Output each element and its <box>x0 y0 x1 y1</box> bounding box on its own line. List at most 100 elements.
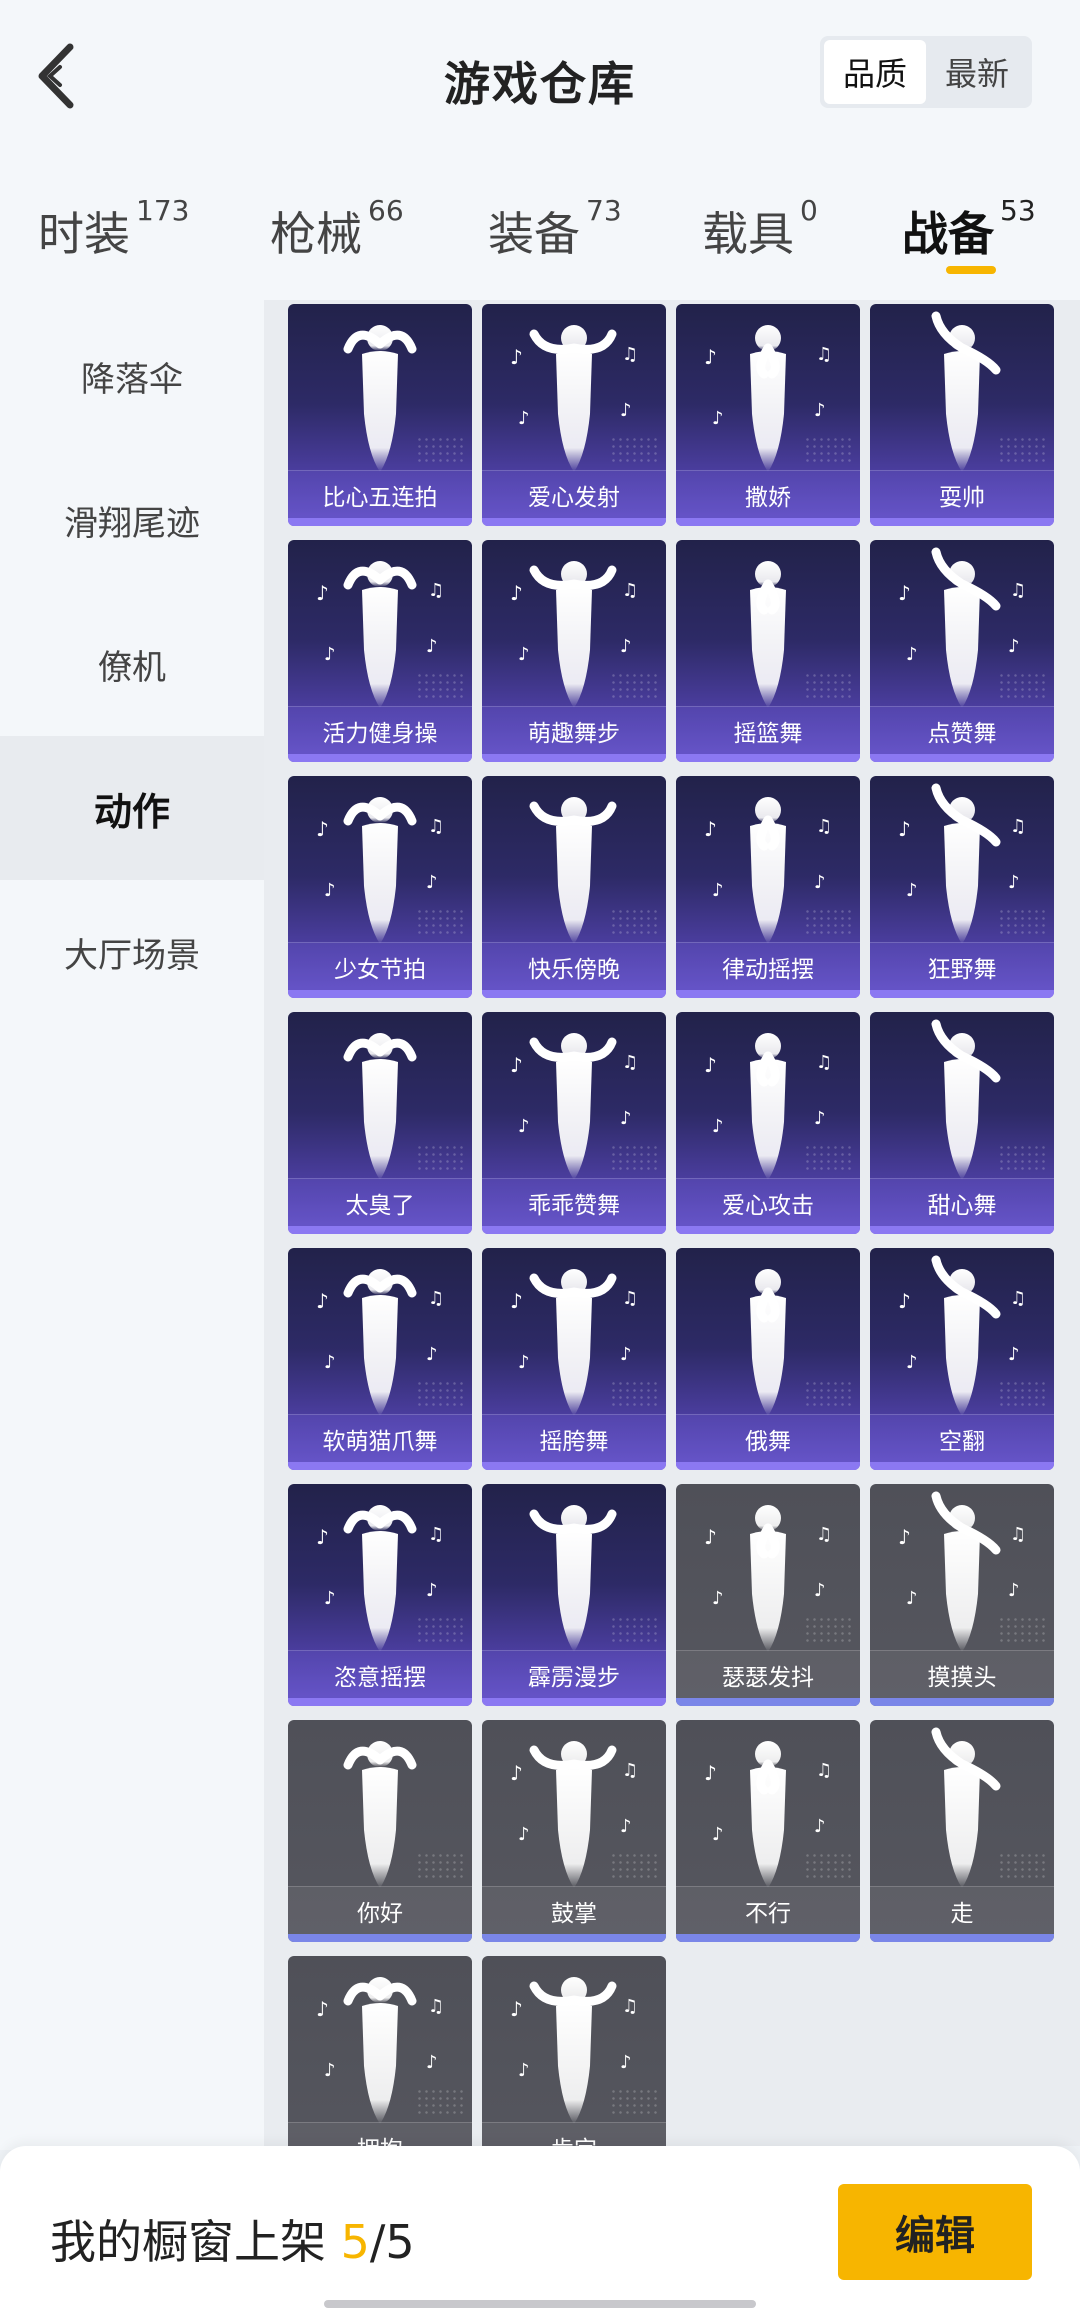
svg-text:♪: ♪ <box>620 2052 632 2073</box>
svg-text:♪: ♪ <box>510 581 523 605</box>
emote-card[interactable]: ♪ ♫ ♪ ♪ 乖乖赞舞 <box>482 1012 666 1234</box>
card-dot-pattern <box>998 1616 1048 1646</box>
tab-battle-prep[interactable]: 战备 53 <box>902 194 1036 288</box>
emote-card[interactable]: 太臭了 <box>288 1012 472 1234</box>
emote-card[interactable]: ♪ ♫ ♪ ♪ 空翻 <box>870 1248 1054 1470</box>
svg-text:♪: ♪ <box>1008 1344 1020 1365</box>
svg-text:♫: ♫ <box>622 1760 638 1781</box>
svg-text:♪: ♪ <box>510 345 523 369</box>
rarity-strip <box>288 1226 472 1234</box>
rarity-strip <box>676 1462 860 1470</box>
card-dot-pattern <box>610 1380 660 1410</box>
tab-guns[interactable]: 枪械 66 <box>270 194 404 288</box>
rarity-strip <box>482 754 666 762</box>
sidebar-item-emotes[interactable]: 动作 <box>0 736 264 880</box>
emote-name: 瑟瑟发抖 <box>676 1650 860 1698</box>
tab-fashion[interactable]: 时装 173 <box>38 194 189 288</box>
emote-card[interactable]: 走 <box>870 1720 1054 1942</box>
emote-card[interactable]: ♪ ♫ ♪ ♪ 爱心发射 <box>482 304 666 526</box>
svg-text:♪: ♪ <box>510 1761 523 1785</box>
card-dot-pattern <box>416 2088 466 2118</box>
svg-text:♪: ♪ <box>510 1053 523 1077</box>
rarity-strip <box>676 1934 860 1942</box>
emote-name: 走 <box>870 1886 1054 1934</box>
svg-text:♫: ♫ <box>622 1052 638 1073</box>
emote-card[interactable]: ♪ ♫ ♪ ♪ 恣意摇摆 <box>288 1484 472 1706</box>
emote-card[interactable]: ♪ ♫ ♪ ♪ 拥抱 <box>288 1956 472 2146</box>
svg-text:♫: ♫ <box>816 816 832 837</box>
emote-card[interactable]: ♪ ♫ ♪ ♪ 鼓掌 <box>482 1720 666 1942</box>
showcase-current: 5 <box>340 2215 370 2269</box>
emote-name: 肯定 <box>482 2122 666 2146</box>
svg-text:♪: ♪ <box>906 1588 918 1609</box>
svg-text:♪: ♪ <box>510 1289 523 1313</box>
emote-card[interactable]: ♪ ♫ ♪ ♪ 点赞舞 <box>870 540 1054 762</box>
svg-text:♪: ♪ <box>1008 872 1020 893</box>
sidebar-item-lobby-scene[interactable]: 大厅场景 <box>0 880 264 1024</box>
emote-card[interactable]: ♪ ♫ ♪ ♪ 摸摸头 <box>870 1484 1054 1706</box>
tab-vehicles[interactable]: 载具 0 <box>702 194 818 288</box>
emote-card[interactable]: ♪ ♫ ♪ ♪ 软萌猫爪舞 <box>288 1248 472 1470</box>
card-dot-pattern <box>416 1616 466 1646</box>
emote-name: 狂野舞 <box>870 942 1054 990</box>
svg-text:♪: ♪ <box>704 1525 717 1549</box>
emote-card[interactable]: ♪ ♫ ♪ ♪ 活力健身操 <box>288 540 472 762</box>
rarity-strip <box>288 754 472 762</box>
sort-option-quality[interactable]: 品质 <box>824 40 926 104</box>
emote-card[interactable]: 比心五连拍 <box>288 304 472 526</box>
emote-name: 摸摸头 <box>870 1650 1054 1698</box>
svg-text:♪: ♪ <box>316 1289 329 1313</box>
rarity-strip <box>288 1934 472 1942</box>
card-dot-pattern <box>610 1852 660 1882</box>
tab-equipment[interactable]: 装备 73 <box>488 194 622 288</box>
edit-button[interactable]: 编辑 <box>838 2184 1032 2280</box>
emote-card[interactable]: 耍帅 <box>870 304 1054 526</box>
svg-text:♪: ♪ <box>704 345 717 369</box>
svg-text:♪: ♪ <box>704 1053 717 1077</box>
svg-text:♫: ♫ <box>1010 580 1026 601</box>
card-dot-pattern <box>610 1616 660 1646</box>
rarity-strip <box>482 990 666 998</box>
svg-text:♪: ♪ <box>518 408 530 429</box>
card-dot-pattern <box>804 672 854 702</box>
tab-count: 173 <box>136 194 190 227</box>
emote-name: 你好 <box>288 1886 472 1934</box>
svg-text:♪: ♪ <box>712 880 724 901</box>
card-dot-pattern <box>998 1380 1048 1410</box>
emote-card[interactable]: ♪ ♫ ♪ ♪ 律动摇摆 <box>676 776 860 998</box>
emote-card[interactable]: ♪ ♫ ♪ ♪ 萌趣舞步 <box>482 540 666 762</box>
emote-card[interactable]: ♪ ♫ ♪ ♪ 瑟瑟发抖 <box>676 1484 860 1706</box>
rarity-strip <box>676 754 860 762</box>
svg-text:♪: ♪ <box>898 1525 911 1549</box>
svg-text:♪: ♪ <box>898 817 911 841</box>
sort-option-newest[interactable]: 最新 <box>926 40 1028 104</box>
emote-name: 少女节拍 <box>288 942 472 990</box>
emote-card[interactable]: 霹雳漫步 <box>482 1484 666 1706</box>
emote-card[interactable]: 你好 <box>288 1720 472 1942</box>
sidebar-item-wingman[interactable]: 僚机 <box>0 592 264 736</box>
svg-text:♪: ♪ <box>1008 636 1020 657</box>
svg-text:♪: ♪ <box>898 581 911 605</box>
emote-card[interactable]: ♪ ♫ ♪ ♪ 少女节拍 <box>288 776 472 998</box>
emote-card[interactable]: ♪ ♫ ♪ ♪ 不行 <box>676 1720 860 1942</box>
svg-text:♫: ♫ <box>622 580 638 601</box>
emote-card[interactable]: ♪ ♫ ♪ ♪ 肯定 <box>482 1956 666 2146</box>
sidebar: 降落伞 滑翔尾迹 僚机 动作 大厅场景 <box>0 300 264 2150</box>
emote-card[interactable]: ♪ ♫ ♪ ♪ 撒娇 <box>676 304 860 526</box>
svg-text:♪: ♪ <box>620 1108 632 1129</box>
emote-card[interactable]: 甜心舞 <box>870 1012 1054 1234</box>
emote-card[interactable]: 摇篮舞 <box>676 540 860 762</box>
rarity-strip <box>676 1698 860 1706</box>
svg-text:♪: ♪ <box>814 1580 826 1601</box>
emote-card[interactable]: 快乐傍晚 <box>482 776 666 998</box>
card-dot-pattern <box>416 1380 466 1410</box>
svg-text:♪: ♪ <box>1008 1580 1020 1601</box>
emote-card[interactable]: ♪ ♫ ♪ ♪ 狂野舞 <box>870 776 1054 998</box>
sidebar-item-glide-trail[interactable]: 滑翔尾迹 <box>0 448 264 592</box>
emote-name: 拥抱 <box>288 2122 472 2146</box>
sidebar-item-parachute[interactable]: 降落伞 <box>0 304 264 448</box>
emote-card[interactable]: ♪ ♫ ♪ ♪ 爱心攻击 <box>676 1012 860 1234</box>
emote-card[interactable]: 俄舞 <box>676 1248 860 1470</box>
svg-text:♪: ♪ <box>712 408 724 429</box>
emote-card[interactable]: ♪ ♫ ♪ ♪ 摇胯舞 <box>482 1248 666 1470</box>
